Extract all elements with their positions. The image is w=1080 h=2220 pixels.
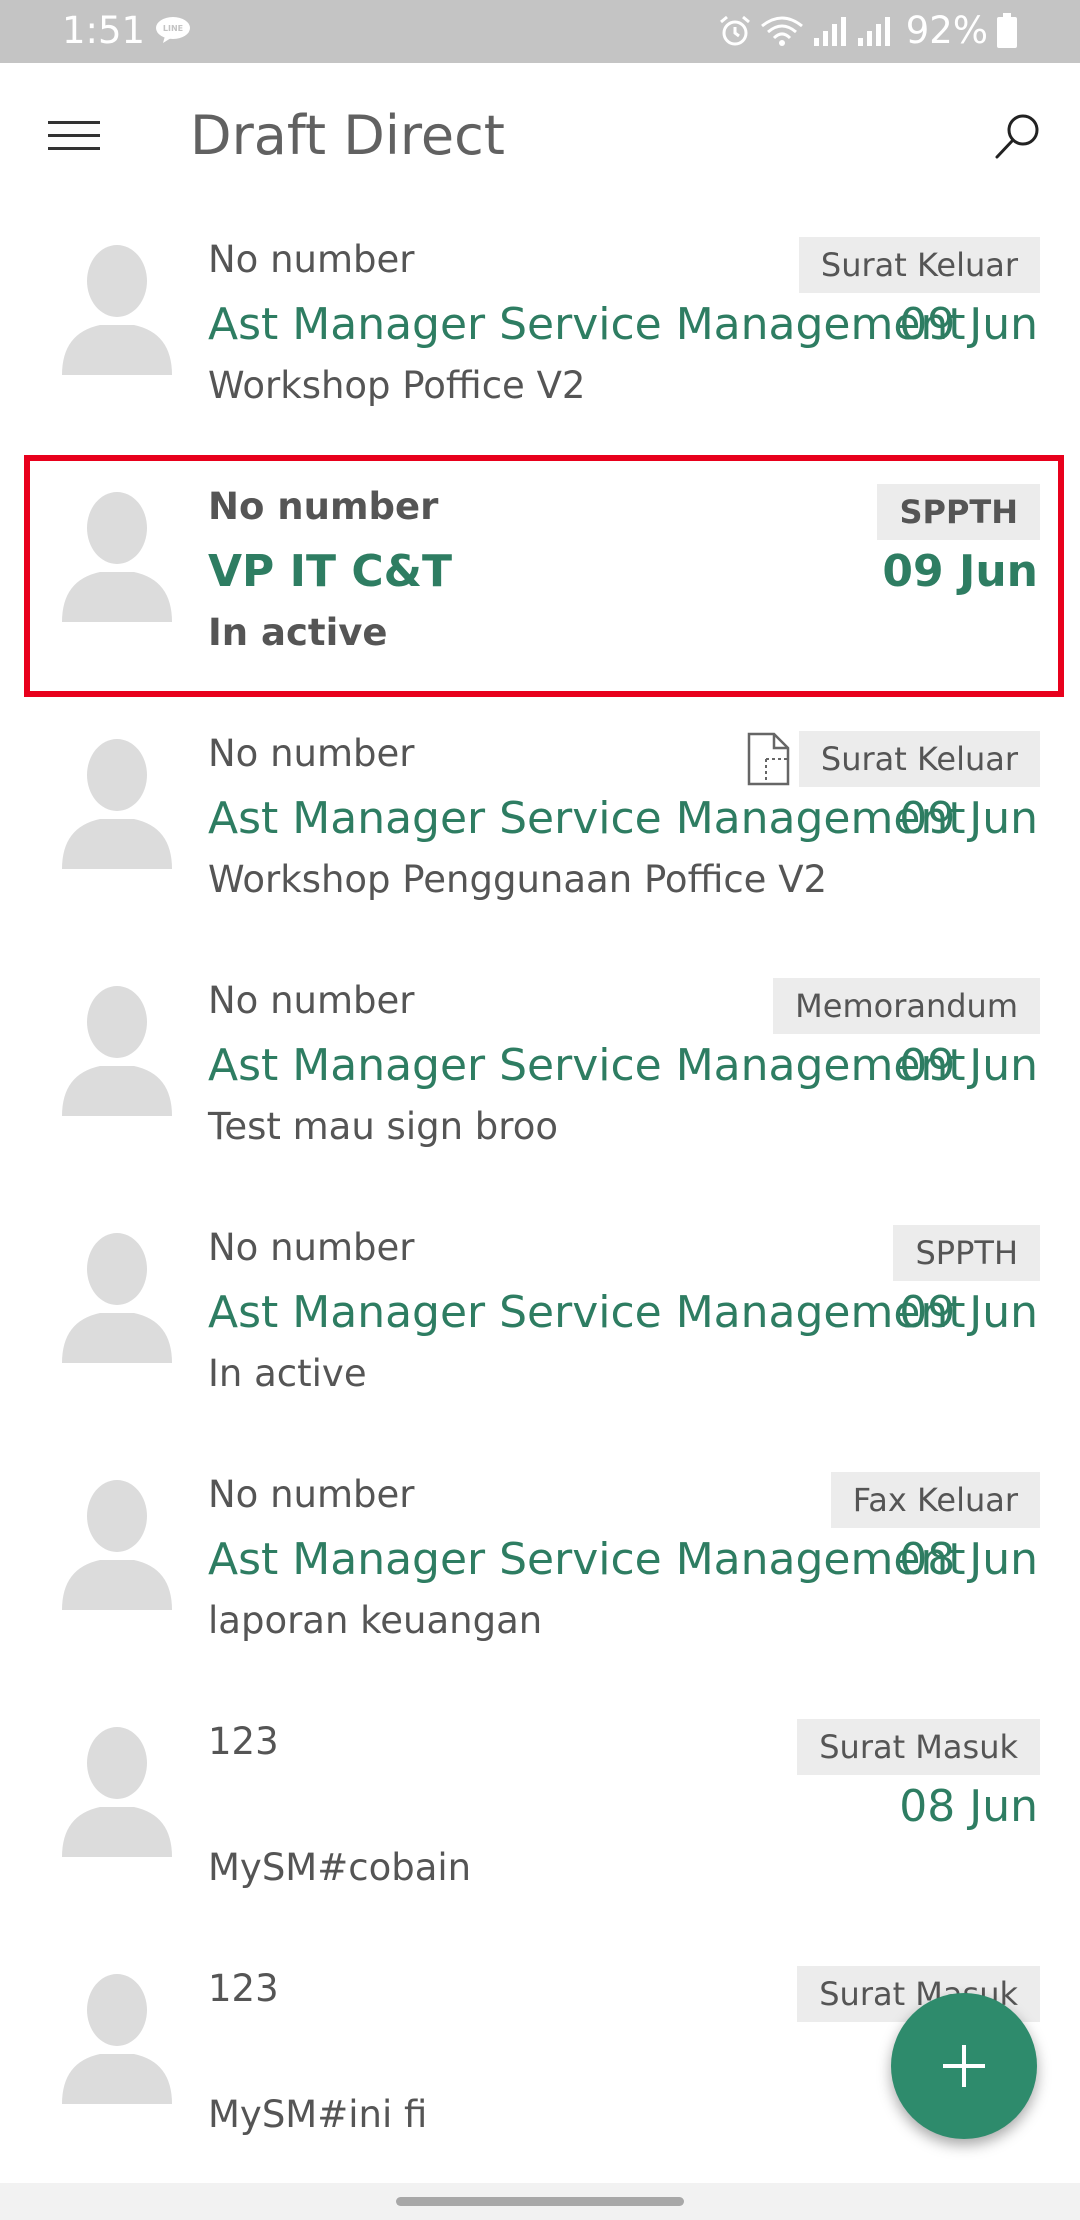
doc-number: No number bbox=[208, 732, 415, 775]
sender-name: Ast Manager Service Management bbox=[208, 1534, 966, 1585]
list-item[interactable]: No number SPPTH VP IT C&T 09 Jun In acti… bbox=[0, 460, 1080, 707]
avatar-icon bbox=[62, 1233, 172, 1363]
list-item[interactable]: No number Fax Keluar Ast Manager Service… bbox=[0, 1448, 1080, 1695]
menu-button[interactable] bbox=[34, 103, 114, 169]
status-bar: 1:51 LINE 92% bbox=[0, 0, 1080, 63]
search-button[interactable] bbox=[978, 103, 1058, 169]
list-item[interactable]: 123 Surat Masuk 08 Jun MySM#cobain bbox=[0, 1695, 1080, 1942]
draft-list: No number Surat Keluar Ast Manager Servi… bbox=[0, 213, 1080, 2183]
page-title: Draft Direct bbox=[190, 104, 505, 167]
avatar-icon bbox=[62, 1974, 172, 2104]
home-gesture-handle[interactable] bbox=[396, 2197, 684, 2206]
doc-date: 09 Jun bbox=[899, 1287, 1038, 1338]
doc-subject: MySM#cobain bbox=[208, 1846, 472, 1889]
doc-date: 09 Jun bbox=[899, 793, 1038, 844]
avatar-icon bbox=[62, 986, 172, 1116]
avatar-icon bbox=[62, 739, 172, 869]
doc-type-badge: SPPTH bbox=[893, 1225, 1040, 1281]
sender-name: VP IT C&T bbox=[208, 546, 452, 597]
doc-number: 123 bbox=[208, 1967, 279, 2010]
list-item[interactable]: No number Surat Keluar Ast Manager Servi… bbox=[0, 707, 1080, 954]
status-icons: 92% bbox=[718, 8, 1018, 54]
doc-date: 08 Jun bbox=[899, 1781, 1038, 1832]
doc-number: No number bbox=[208, 1226, 415, 1269]
sender-name: Ast Manager Service Management bbox=[208, 1040, 966, 1091]
search-icon bbox=[995, 114, 1039, 159]
doc-number: 123 bbox=[208, 1720, 279, 1763]
doc-type-badge: Memorandum bbox=[773, 978, 1040, 1034]
add-draft-button[interactable] bbox=[891, 1993, 1037, 2139]
avatar-icon bbox=[62, 1727, 172, 1857]
sender-name: Ast Manager Service Management bbox=[208, 299, 966, 350]
battery-level: 92% bbox=[905, 9, 988, 52]
signal-icon bbox=[813, 17, 846, 46]
status-time: 1:51 bbox=[62, 9, 146, 52]
doc-date: 09 Jun bbox=[899, 1040, 1038, 1091]
signal-icon bbox=[857, 17, 890, 46]
doc-date: 09 Jun bbox=[899, 299, 1038, 350]
list-item[interactable]: No number Memorandum Ast Manager Service… bbox=[0, 954, 1080, 1201]
sender-name: Ast Manager Service Management bbox=[208, 793, 966, 844]
battery-icon bbox=[997, 13, 1017, 48]
sender-name: Ast Manager Service Management bbox=[208, 1287, 966, 1338]
doc-date: 09 Jun bbox=[882, 546, 1038, 597]
line-app-icon: LINE bbox=[156, 17, 190, 43]
doc-subject: Workshop Poffice V2 bbox=[208, 364, 586, 407]
doc-subject: MySM#ini fi bbox=[208, 2093, 428, 2136]
doc-subject: In active bbox=[208, 1352, 367, 1395]
doc-subject: In active bbox=[208, 611, 388, 654]
doc-number: No number bbox=[208, 1473, 415, 1516]
doc-subject: Test mau sign broo bbox=[208, 1105, 558, 1148]
avatar-icon bbox=[62, 245, 172, 375]
doc-type-badge: Surat Masuk bbox=[797, 1719, 1040, 1775]
wifi-icon bbox=[760, 16, 803, 46]
doc-date: 08 Jun bbox=[899, 1534, 1038, 1585]
doc-subject: Workshop Penggunaan Poffice V2 bbox=[208, 858, 828, 901]
avatar-icon bbox=[62, 1480, 172, 1610]
avatar-icon bbox=[62, 492, 172, 622]
plus-icon bbox=[943, 2045, 985, 2087]
doc-number: No number bbox=[208, 979, 415, 1022]
doc-subject: laporan keuangan bbox=[208, 1599, 543, 1642]
list-item[interactable]: No number Surat Keluar Ast Manager Servi… bbox=[0, 213, 1080, 460]
system-nav-bar bbox=[0, 2183, 1080, 2220]
draft-document-icon bbox=[747, 732, 790, 786]
doc-type-badge: Surat Keluar bbox=[798, 731, 1040, 787]
doc-number: No number bbox=[208, 485, 439, 528]
app-bar: Draft Direct bbox=[0, 63, 1080, 213]
doc-type-badge: SPPTH bbox=[877, 484, 1040, 540]
list-item[interactable]: No number SPPTH Ast Manager Service Mana… bbox=[0, 1201, 1080, 1448]
doc-number: No number bbox=[208, 238, 415, 281]
doc-type-badge: Fax Keluar bbox=[830, 1472, 1040, 1528]
doc-type-badge: Surat Keluar bbox=[798, 237, 1040, 293]
alarm-icon bbox=[719, 15, 750, 46]
svg-text:LINE: LINE bbox=[163, 24, 183, 33]
menu-icon bbox=[48, 121, 100, 150]
